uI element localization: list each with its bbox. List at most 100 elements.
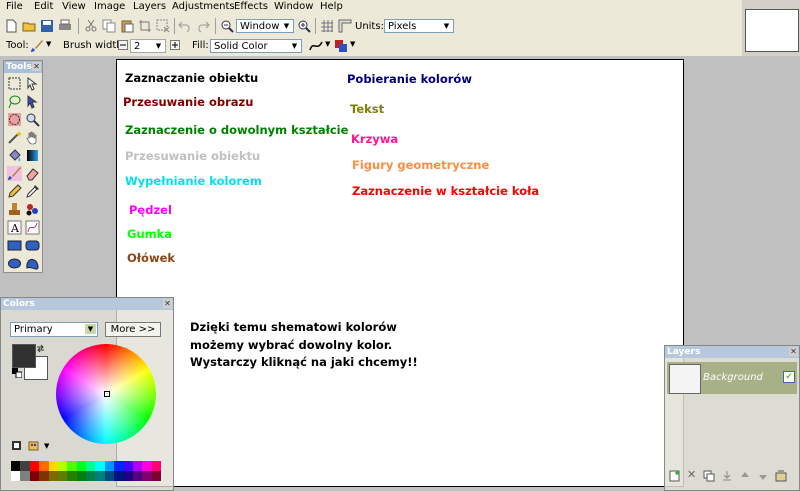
rectangle-shape-icon[interactable] [7, 238, 22, 253]
paint-bucket-icon[interactable] [7, 148, 22, 163]
canvas-text-item: Gumka [127, 227, 173, 241]
move-pixels-icon[interactable] [25, 94, 40, 109]
menu-edit[interactable]: Edit [34, 1, 53, 12]
layers-panel-title-text: Layers [667, 347, 701, 357]
rounded-rectangle-icon[interactable] [25, 238, 40, 253]
crop-icon[interactable] [138, 19, 152, 33]
menu-effects[interactable]: Effects [234, 1, 268, 12]
add-to-palette-icon[interactable] [11, 440, 23, 452]
print-icon[interactable] [58, 19, 72, 33]
menu-file[interactable]: File [6, 1, 23, 12]
ellipse-select-icon[interactable] [7, 112, 22, 127]
undo-icon[interactable] [178, 19, 192, 33]
color-picker-icon[interactable] [25, 184, 40, 199]
brush-width-input[interactable]: 2 ▼ [130, 39, 166, 53]
blend-mode-icon[interactable] [334, 39, 348, 53]
cut-icon[interactable] [84, 19, 98, 33]
antialias-curve-icon[interactable] [309, 39, 323, 53]
colors-panel-title[interactable]: Colors ✕ [1, 298, 173, 310]
text-tool-icon[interactable]: A [7, 220, 22, 235]
duplicate-layer-icon[interactable] [703, 470, 715, 482]
freeform-shape-icon[interactable] [25, 256, 40, 271]
magic-wand-icon[interactable] [7, 130, 22, 145]
tools-panel-title[interactable]: Tools ✕ [4, 61, 42, 73]
menu-layers[interactable]: Layers [133, 1, 166, 12]
units-label: Units: [355, 21, 384, 32]
menu-help[interactable]: Help [320, 1, 343, 12]
layer-row[interactable]: Background ✓ [667, 362, 797, 394]
layers-panel-title[interactable]: Layers ✕ [665, 346, 799, 358]
chevron-down-icon[interactable]: ▼ [46, 40, 51, 48]
menu-image[interactable]: Image [94, 1, 125, 12]
rulers-icon[interactable] [338, 19, 352, 33]
lasso-select-icon[interactable] [7, 94, 22, 109]
zoom-select[interactable]: Window ▼ [236, 19, 294, 33]
color-wheel-cursor[interactable] [104, 391, 110, 397]
color-mode-value: Primary [14, 324, 53, 335]
paste-icon[interactable] [120, 19, 134, 33]
close-icon[interactable]: ✕ [789, 347, 798, 356]
pan-hand-icon[interactable] [25, 130, 40, 145]
zoom-in-icon[interactable] [297, 19, 311, 33]
move-layer-down-icon[interactable] [757, 470, 769, 482]
brush-width-value: 2 [134, 41, 141, 52]
gradient-icon[interactable] [25, 148, 40, 163]
colors-panel-title-text: Colors [3, 299, 35, 309]
image-thumbnail[interactable] [745, 9, 799, 52]
menu-view[interactable]: View [62, 1, 86, 12]
color-palette[interactable] [11, 461, 161, 481]
menu-window[interactable]: Window [274, 1, 313, 12]
close-icon[interactable]: ✕ [32, 62, 41, 71]
units-select[interactable]: Pixels ▼ [384, 19, 454, 33]
reset-colors-icon[interactable] [12, 368, 22, 378]
canvas-text-item: Figury geometryczne [352, 158, 490, 172]
canvas-text-item: Przesuwanie obiektu [125, 149, 261, 163]
line-curve-icon[interactable] [25, 220, 40, 235]
paintbrush-icon[interactable] [7, 166, 22, 181]
fill-select[interactable]: Solid Color ▼ [210, 39, 302, 53]
eraser-icon[interactable] [25, 166, 40, 181]
canvas-text-item: Przesuwanie obrazu [123, 95, 254, 109]
layer-name: Background [703, 372, 763, 383]
redo-icon[interactable] [196, 19, 210, 33]
chevron-down-icon[interactable]: ▼ [44, 442, 49, 450]
merge-layer-down-icon[interactable] [721, 470, 733, 482]
separator [78, 18, 79, 34]
chevron-down-icon[interactable]: ▼ [350, 40, 355, 48]
add-layer-icon[interactable] [669, 470, 681, 482]
copy-icon[interactable] [102, 19, 116, 33]
primary-color-swatch[interactable] [12, 344, 36, 368]
open-folder-icon[interactable] [22, 19, 36, 33]
color-mode-select[interactable]: Primary ▼ [10, 322, 98, 337]
layer-properties-icon[interactable] [775, 470, 787, 482]
more-button[interactable]: More >> [105, 322, 161, 337]
chevron-down-icon[interactable]: ▼ [325, 40, 330, 48]
rectangle-select-icon[interactable] [7, 76, 22, 91]
grid-icon[interactable] [320, 19, 334, 33]
zoom-out-icon[interactable] [220, 19, 234, 33]
move-layer-up-icon[interactable] [739, 470, 751, 482]
tool-options-toolbar: Tool: ▼ Brush width: 2 ▼ Fill: Solid Col… [0, 37, 742, 57]
main-toolbar: Window ▼ Units: Pixels ▼ [0, 15, 742, 38]
ellipse-shape-icon[interactable] [7, 256, 22, 271]
save-icon[interactable] [40, 19, 54, 33]
recolor-icon[interactable] [25, 202, 40, 217]
delete-layer-icon[interactable]: ✕ [687, 468, 696, 481]
palette-menu-icon[interactable] [28, 440, 42, 452]
decrease-icon[interactable] [118, 40, 128, 50]
swap-colors-icon[interactable] [36, 344, 45, 353]
move-selection-icon[interactable] [25, 76, 40, 91]
layer-visibility-checkbox[interactable]: ✓ [783, 371, 795, 383]
pencil-icon[interactable] [7, 184, 22, 199]
increase-icon[interactable] [170, 40, 180, 50]
clone-stamp-icon[interactable] [7, 202, 22, 217]
menu-adjustments[interactable]: Adjustments [172, 1, 235, 12]
deselect-icon[interactable] [156, 19, 170, 33]
units-value: Pixels [388, 21, 417, 32]
chevron-down-icon: ▼ [155, 42, 162, 50]
zoom-icon[interactable] [25, 112, 40, 127]
canvas[interactable]: Zaznaczanie obiektu Przesuwanie obrazu Z… [116, 59, 684, 487]
close-icon[interactable]: ✕ [163, 299, 172, 308]
new-file-icon[interactable] [4, 19, 18, 33]
paintbrush-icon[interactable] [30, 39, 44, 53]
